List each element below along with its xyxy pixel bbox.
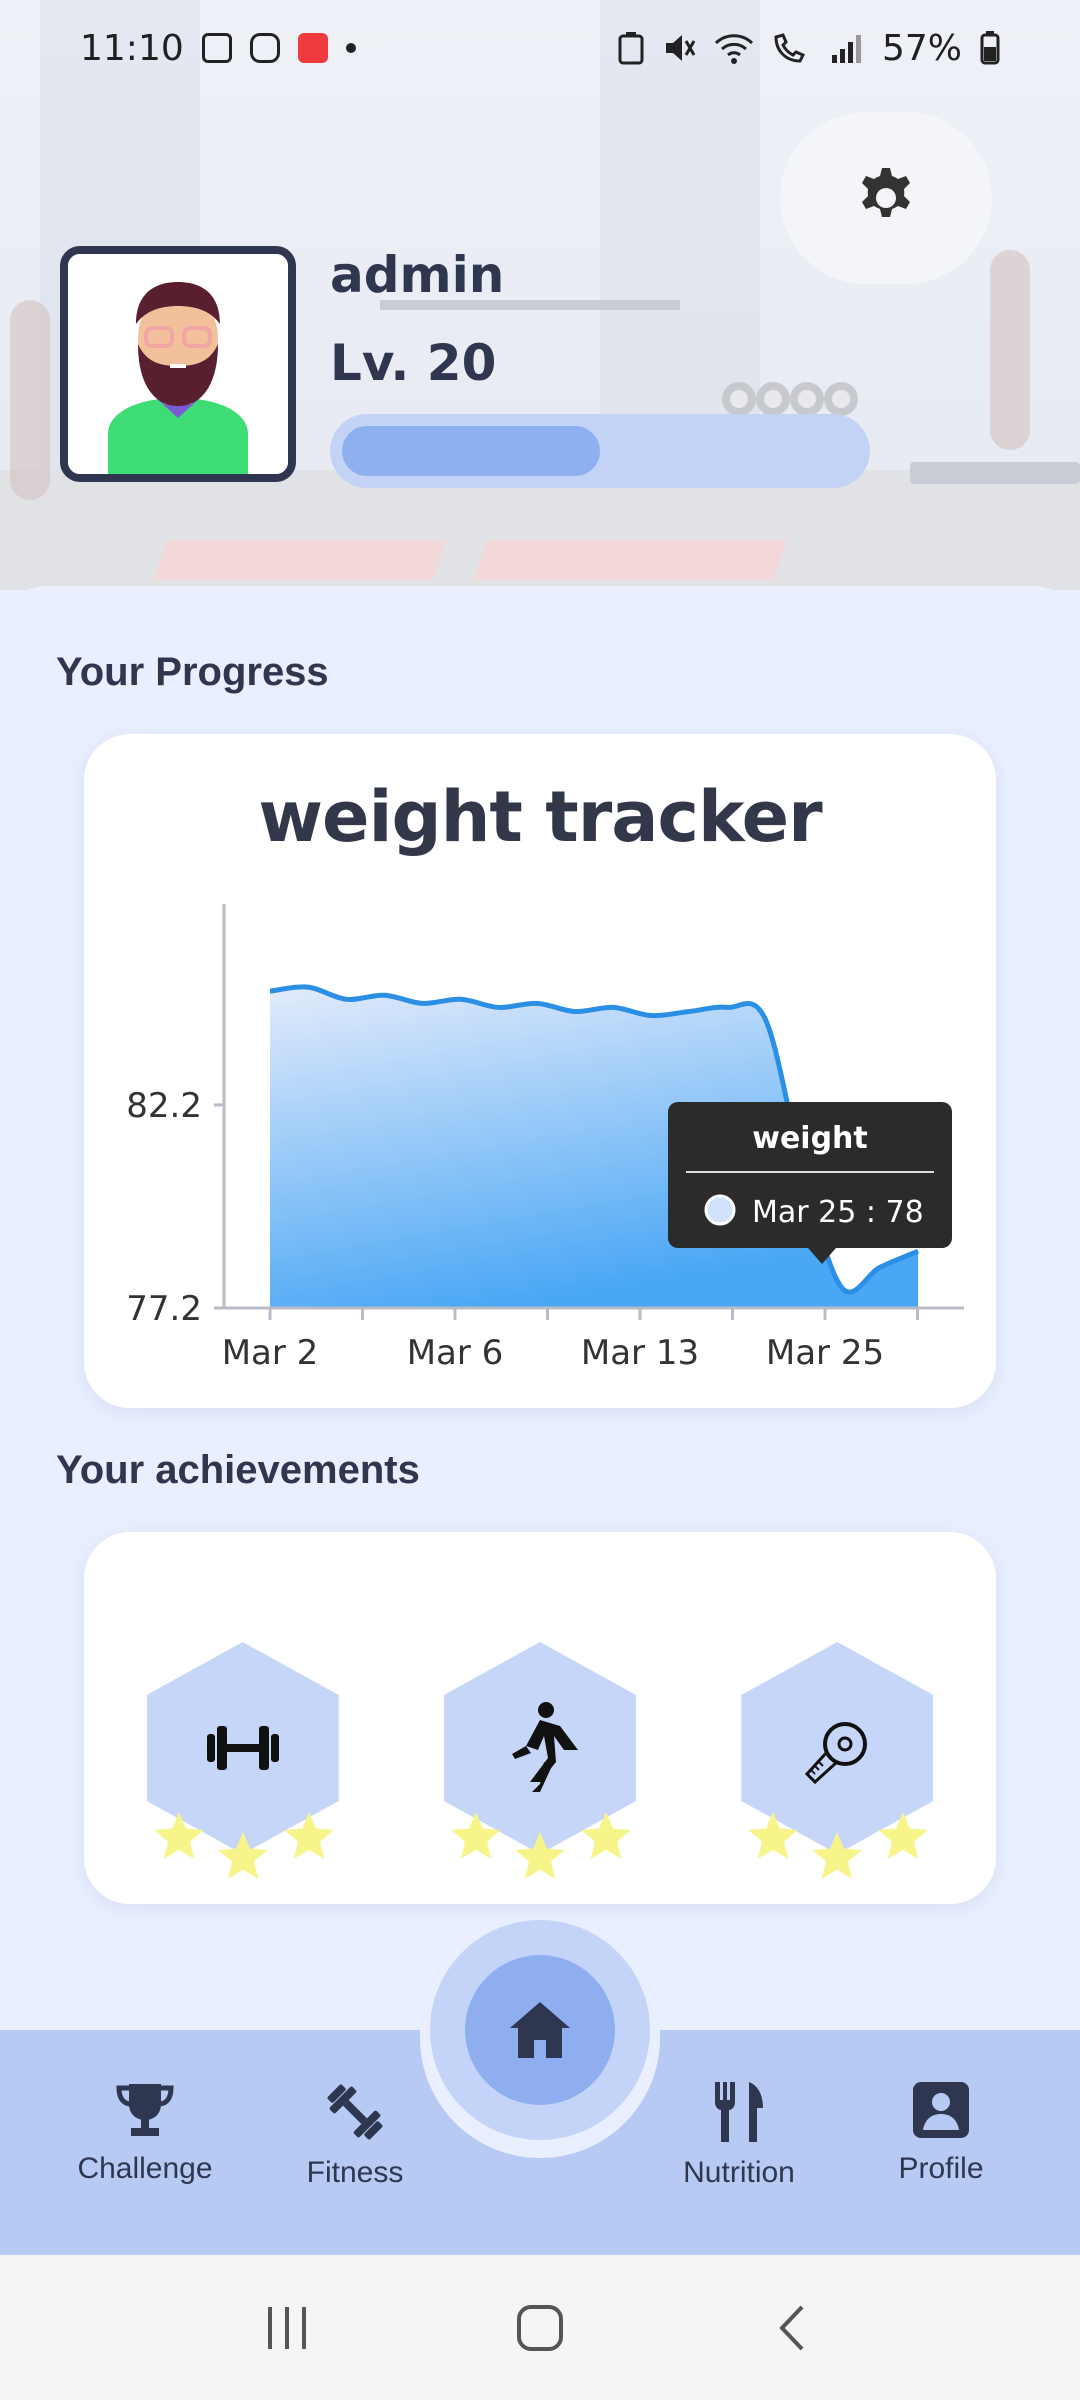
tooltip-label: Mar 25 : 78 <box>752 1195 924 1230</box>
star-icon <box>515 1832 565 1879</box>
tooltip-series-marker <box>704 1194 736 1226</box>
battery-percent: 57% <box>881 27 962 69</box>
mute-icon <box>665 35 696 61</box>
battery-saver-icon <box>618 32 644 65</box>
status-time: 11:10 <box>80 27 184 69</box>
nav-challenge[interactable]: Challenge <box>60 2080 230 2186</box>
badge-stars <box>748 1812 929 1879</box>
username: admin <box>330 246 505 304</box>
status-bar: 11:10 57% <box>0 0 1080 96</box>
nav-profile[interactable]: Profile <box>856 2080 1026 2186</box>
star-icon <box>283 1812 334 1859</box>
exercise-mat <box>472 540 788 580</box>
xp-progress-bar <box>330 414 870 488</box>
dot-icon <box>345 43 356 53</box>
battery-icon <box>980 31 1000 65</box>
nav-label: Fitness <box>306 2156 404 2189</box>
weight-plate <box>790 382 824 416</box>
fork-knife-icon <box>715 2082 763 2142</box>
background-person <box>990 250 1030 450</box>
instagram-icon <box>249 33 280 63</box>
badge-stars <box>153 1812 334 1879</box>
star-icon <box>878 1812 929 1859</box>
star-icon <box>748 1812 799 1859</box>
runner-icon <box>511 1702 578 1792</box>
weight-plate <box>756 382 790 416</box>
back-icon <box>779 2305 804 2350</box>
dumbbell-icon <box>327 2084 383 2140</box>
achievements-row <box>84 1642 996 1882</box>
weight-plate <box>722 382 756 416</box>
trophy-icon <box>116 2084 174 2136</box>
system-nav-bar <box>0 2255 1080 2400</box>
nav-nutrition[interactable]: Nutrition <box>654 2080 824 2190</box>
star-icon <box>451 1812 501 1859</box>
avatar[interactable] <box>60 246 296 482</box>
weight-chart-card: weight tracker 82.2 77.2 Mar 2 Mar 6 Mar 13 M… <box>84 734 996 1408</box>
background-person <box>10 300 50 500</box>
x-tick-label: Mar 6 <box>407 1333 504 1373</box>
badge-stars <box>451 1812 631 1879</box>
nav-label: Challenge <box>77 2152 213 2185</box>
nav-fitness[interactable]: Fitness <box>270 2080 440 2190</box>
x-tick-label: Mar 2 <box>222 1333 319 1373</box>
image-icon <box>201 33 232 63</box>
home-button[interactable] <box>430 1920 650 2140</box>
wifi-calling-icon <box>774 33 806 63</box>
square-icon <box>516 2304 563 2351</box>
gear-icon <box>862 168 910 217</box>
avatar-illustration <box>68 254 288 474</box>
signal-icon <box>831 35 861 63</box>
achievements-section-title: Your achievements <box>56 1448 420 1492</box>
level-label: Lv. 20 <box>330 334 497 392</box>
x-tick-label: Mar 13 <box>581 1333 699 1373</box>
star-icon <box>217 1832 268 1879</box>
treadmill <box>910 462 1080 484</box>
weight-plate <box>824 382 858 416</box>
settings-button[interactable] <box>780 112 992 284</box>
star-icon <box>153 1812 204 1859</box>
measuring-tape-icon <box>805 1722 868 1785</box>
home-button-inner <box>465 1955 615 2105</box>
achievement-badge[interactable] <box>440 1642 640 1882</box>
weight-chart[interactable]: 82.2 77.2 Mar 2 Mar 6 Mar 13 Mar 25 weight Mar … <box>84 734 996 1408</box>
back-button[interactable] <box>753 2288 833 2368</box>
system-home-button[interactable] <box>500 2288 580 2368</box>
y-tick-label: 77.2 <box>126 1289 202 1329</box>
home-icon <box>510 2002 570 2058</box>
recent-apps-button[interactable] <box>247 2288 327 2368</box>
achievement-badge[interactable] <box>737 1642 937 1882</box>
achievements-card <box>84 1532 996 1904</box>
nav-label: Nutrition <box>683 2156 795 2189</box>
nav-label: Profile <box>898 2152 984 2185</box>
x-tick-label: Mar 25 <box>766 1333 884 1373</box>
y-tick-label: 82.2 <box>126 1086 202 1126</box>
xp-progress-fill <box>342 426 600 476</box>
recents-icon <box>267 2306 306 2349</box>
star-icon <box>812 1832 863 1879</box>
achievement-badge[interactable] <box>143 1642 343 1882</box>
blocked-notification-icon <box>297 33 328 63</box>
star-icon <box>581 1812 631 1859</box>
dumbbell-icon <box>206 1726 279 1770</box>
progress-section-title: Your Progress <box>56 650 329 694</box>
tooltip-title: weight <box>752 1121 868 1156</box>
wifi-icon <box>714 34 754 64</box>
exercise-mat <box>152 540 448 580</box>
profile-icon <box>913 2082 969 2138</box>
